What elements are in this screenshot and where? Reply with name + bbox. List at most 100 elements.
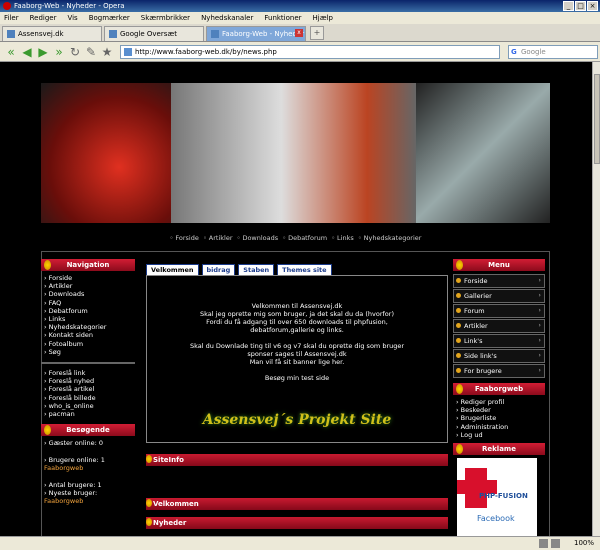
tab-velkommen[interactable]: Velkommen — [146, 264, 199, 275]
fast-forward-icon[interactable]: » — [52, 45, 66, 59]
content-tabs: Velkommen bidrag Staben Themes site — [146, 264, 448, 275]
nav-link[interactable]: › Links — [44, 315, 135, 323]
window-controls: _ □ × — [563, 1, 598, 11]
banner-handshake-photo — [171, 83, 416, 223]
menu-filer[interactable]: Filer — [4, 14, 19, 22]
edit-icon[interactable]: ✎ — [84, 45, 98, 59]
minimize-icon[interactable]: _ — [563, 1, 574, 11]
welcome-line: sponser sages til Assensvej.dk — [247, 350, 347, 358]
nav-link[interactable]: › Forside — [44, 274, 135, 282]
menu-hjaelp[interactable]: Hjælp — [313, 14, 333, 22]
tab-staben[interactable]: Staben — [238, 264, 275, 275]
topnav-downloads[interactable]: Downloads — [242, 234, 278, 242]
guests-online: › Gæster online: 0 — [44, 439, 103, 448]
menu-item-forside[interactable]: Forside — [453, 274, 545, 288]
welcome-line: Man vil få sit banner lige her. — [249, 358, 345, 366]
right-sidebar: Menu Forside Gallerier Forum Artikler Li… — [453, 259, 545, 536]
topnav-artikler[interactable]: Artikler — [209, 234, 233, 242]
view-icon[interactable] — [551, 539, 560, 548]
panel-toggle-icon[interactable] — [539, 539, 548, 548]
user-links: › Rediger profil › Beskeder › Brugerlist… — [453, 398, 545, 439]
nav-link[interactable]: › Kontakt siden — [44, 331, 135, 339]
ad-facebook-text: Facebook — [477, 514, 515, 524]
browser-tab-google-translate[interactable]: Google Oversæt — [104, 26, 204, 41]
topnav-nyhedskategorier[interactable]: Nyhedskategorier — [364, 234, 422, 242]
nav-link[interactable]: › Artikler — [44, 282, 135, 290]
users-online-name[interactable]: Faaborgweb — [44, 464, 135, 472]
suggest-link[interactable]: › pacman — [44, 410, 135, 418]
nav-link[interactable]: › Debatforum — [44, 307, 135, 315]
test-site-link[interactable]: Besøg min test side — [265, 374, 329, 382]
menu-item-links[interactable]: Link's — [453, 334, 545, 348]
nav-link[interactable]: › Downloads — [44, 290, 135, 298]
user-link[interactable]: › Brugerliste — [456, 414, 545, 422]
menu-item-for-brugere[interactable]: For brugere — [453, 364, 545, 378]
banner-mclaren-photo — [416, 83, 550, 223]
navigation-links: › Forside › Artikler › Downloads › FAQ ›… — [41, 274, 135, 356]
tab-themes-site[interactable]: Themes site — [277, 264, 332, 275]
user-link[interactable]: › Administration — [456, 423, 545, 431]
topnav-forside[interactable]: Forside — [175, 234, 198, 242]
zoom-level[interactable]: 100% — [574, 537, 594, 550]
nav-link[interactable]: › FAQ — [44, 299, 135, 307]
back-icon[interactable]: ◀ — [20, 45, 34, 59]
maximize-icon[interactable]: □ — [575, 1, 586, 11]
search-input[interactable]: Google — [508, 44, 598, 59]
suggest-link[interactable]: › Foreslå artikel — [44, 385, 135, 393]
nav-link[interactable]: › Fotoalbum — [44, 340, 135, 348]
bulb-icon — [44, 260, 51, 270]
main-content: Velkommen bidrag Staben Themes site Velk… — [146, 264, 448, 443]
new-tab-button[interactable]: + — [310, 26, 324, 40]
user-link[interactable]: › Rediger profil — [456, 398, 545, 406]
bulb-icon — [146, 499, 152, 507]
suggest-link[interactable]: › Foreslå link — [44, 369, 135, 377]
page-scrollbar[interactable] — [592, 62, 600, 536]
menu-funktioner[interactable]: Funktioner — [264, 14, 301, 22]
menu-vis[interactable]: Vis — [67, 14, 77, 22]
browser-tab-faaborg-news[interactable]: Faaborg-Web - Nyheder x — [206, 26, 306, 41]
window-titlebar: Faaborg-Web - Nyheder - Opera _ □ × — [0, 0, 600, 12]
address-input[interactable]: http://www.faaborg-web.dk/by/news.php — [120, 44, 500, 59]
bulb-icon — [456, 384, 463, 394]
menu-item-gallerier[interactable]: Gallerier — [453, 289, 545, 303]
users-online: › Brugere online: 1 — [44, 456, 105, 465]
bookmark-star-icon[interactable]: ★ — [100, 45, 114, 59]
forward-icon[interactable]: ▶ — [36, 45, 50, 59]
menu-item-side-links[interactable]: Side link's — [453, 349, 545, 363]
tab-bidrag[interactable]: bidrag — [201, 264, 236, 275]
divider — [41, 362, 135, 365]
topnav-links[interactable]: Links — [337, 234, 354, 242]
tab-label: Google Oversæt — [120, 30, 178, 38]
tab-close-icon[interactable]: x — [295, 29, 303, 37]
close-icon[interactable]: × — [587, 1, 598, 11]
suggest-links: › Foreslå link › Foreslå nyhed › Foreslå… — [41, 369, 135, 418]
menu-nyhedskanaler[interactable]: Nyhedskanaler — [201, 14, 253, 22]
newest-user: › Nyeste bruger: Faaborgweb — [44, 489, 98, 506]
menu-item-forum[interactable]: Forum — [453, 304, 545, 318]
visitors-panel-header: Besøgende — [41, 424, 135, 437]
left-sidebar: Navigation › Forside › Artikler › Downlo… — [41, 259, 135, 505]
user-link[interactable]: › Beskeder — [456, 406, 545, 414]
menu-item-artikler[interactable]: Artikler — [453, 319, 545, 333]
topnav-debatforum[interactable]: Debatforum — [288, 234, 327, 242]
user-link[interactable]: › Log ud — [456, 431, 545, 439]
suggest-link[interactable]: › who_is_online — [44, 402, 135, 410]
welcome-line: debatforum,gallerie og links. — [250, 326, 344, 334]
menu-skaermbrikker[interactable]: Skærmbrikker — [141, 14, 190, 22]
header-banner-image — [41, 83, 550, 223]
project-site-banner[interactable]: Assensvej´s Projekt Site — [199, 408, 395, 432]
reload-icon[interactable]: ↻ — [68, 45, 82, 59]
nav-link[interactable]: › Søg — [44, 348, 135, 356]
scrollbar-thumb[interactable] — [594, 74, 600, 164]
bulb-icon — [146, 455, 152, 463]
bulb-icon — [44, 425, 51, 436]
browser-tab-assensvej[interactable]: Assensvej.dk — [2, 26, 102, 41]
welcome-line: Skal jeg oprette mig som bruger, ja det … — [200, 310, 394, 318]
menu-bogmaerker[interactable]: Bogmærker — [89, 14, 130, 22]
nav-link[interactable]: › Nyhedskategorier — [44, 323, 135, 331]
rewind-icon[interactable]: « — [4, 45, 18, 59]
suggest-link[interactable]: › Foreslå billede — [44, 394, 135, 402]
advert-image[interactable]: PHP-FUSION Facebook — [457, 458, 537, 536]
newest-user-link[interactable]: Faaborgweb — [44, 497, 83, 505]
menu-rediger[interactable]: Rediger — [30, 14, 57, 22]
